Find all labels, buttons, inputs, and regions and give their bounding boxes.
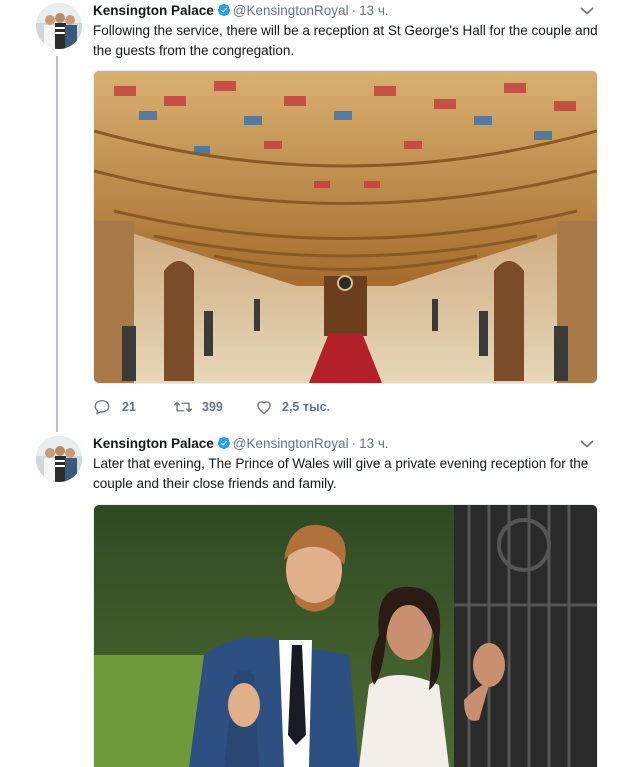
retweet-icon <box>174 401 192 413</box>
handle[interactable]: @KensingtonRoyal <box>233 436 349 451</box>
tweet-header: Kensington Palace @KensingtonRoyal · 13 ч. <box>93 2 389 20</box>
separator-dot: · <box>351 436 357 451</box>
timestamp[interactable]: 13 ч. <box>359 436 389 451</box>
tweet-header: Kensington Palace @KensingtonRoyal · 13 ч. <box>93 435 389 453</box>
verified-badge-icon <box>217 3 231 22</box>
handle[interactable]: @KensingtonRoyal <box>233 3 349 18</box>
tweet-photo[interactable] <box>93 70 598 384</box>
retweet-button[interactable]: 399 <box>173 397 243 417</box>
tweet-photo[interactable] <box>93 504 598 767</box>
display-name[interactable]: Kensington Palace <box>93 3 214 18</box>
like-icon <box>257 401 271 415</box>
thread-connector-line <box>56 56 58 432</box>
like-button[interactable]: 2,5 тыс. <box>255 397 345 417</box>
avatar[interactable] <box>36 436 82 482</box>
reply-icon <box>94 399 110 415</box>
tweet-text: Later that evening, The Prince of Wales … <box>93 456 589 491</box>
tweet-text: Following the service, there will be a r… <box>93 23 598 58</box>
retweet-count: 399 <box>202 400 223 414</box>
avatar[interactable] <box>36 3 82 49</box>
verified-badge-icon <box>217 436 231 455</box>
display-name[interactable]: Kensington Palace <box>93 436 214 451</box>
chevron-down-icon[interactable] <box>579 436 595 452</box>
reply-button[interactable]: 21 <box>93 397 153 417</box>
chevron-down-icon[interactable] <box>579 3 595 19</box>
timestamp[interactable]: 13 ч. <box>359 3 389 18</box>
separator-dot: · <box>351 3 357 18</box>
reply-count: 21 <box>122 400 136 414</box>
like-count: 2,5 тыс. <box>282 400 331 414</box>
